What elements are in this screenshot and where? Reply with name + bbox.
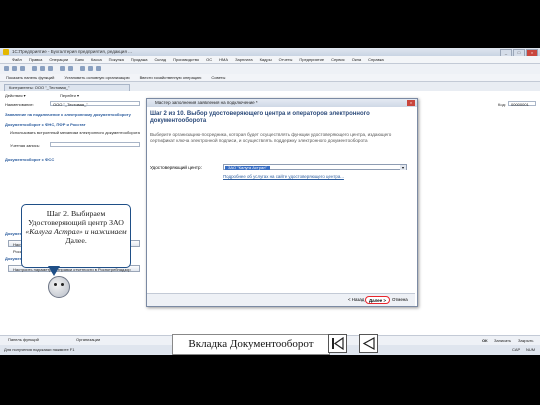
paste-icon[interactable] xyxy=(48,66,53,71)
wizard-step-heading: Шаг 2 из 10. Выбор удостоверяющего центр… xyxy=(150,111,370,124)
name-field[interactable]: ООО "_Тестовая_" xyxy=(50,101,140,107)
callout-line-1: Шаг 2. Выбираем xyxy=(46,209,106,218)
code-label: Код: xyxy=(498,102,506,107)
skip-to-first-button[interactable] xyxy=(328,334,347,353)
copy-icon[interactable] xyxy=(40,66,45,71)
menu-fixed-assets[interactable]: ОС xyxy=(206,57,212,62)
account-field[interactable] xyxy=(50,142,140,147)
use-builtin-checkbox[interactable]: Использовать встроенный механизм электро… xyxy=(10,130,140,135)
ca-details-link[interactable]: Подробнее об услугах на сайте удостоверя… xyxy=(223,174,344,179)
wizard-title-bar: Мастер заполнения заявления на подключен… xyxy=(147,99,417,107)
account-label: Учетная запись: xyxy=(10,143,40,148)
calendar-icon[interactable] xyxy=(96,66,101,71)
menu-windows[interactable]: Окна xyxy=(352,57,361,62)
wizard-description: Выберите организацию-посредника, которая… xyxy=(150,132,392,143)
menu-service[interactable]: Сервис xyxy=(331,57,345,62)
menu-bank[interactable]: Банк xyxy=(75,57,84,62)
app-logo-icon xyxy=(3,49,9,55)
menu-edit[interactable]: Правка xyxy=(29,57,43,62)
set-main-org-button[interactable]: Установить основную организацию xyxy=(64,75,129,80)
callout-line-3: «Калуга Астрал» и нажимаем xyxy=(25,227,127,236)
menu-hr[interactable]: Кадры xyxy=(260,57,272,62)
menu-file[interactable]: Файл xyxy=(12,57,22,62)
undo-icon[interactable] xyxy=(60,66,65,71)
tips-button[interactable]: Советы xyxy=(211,75,225,80)
wizard-title: Мастер заполнения заявления на подключен… xyxy=(155,100,258,105)
wizard-footer: < Назад Далее > Отмена xyxy=(147,293,415,306)
save-button[interactable]: Записать xyxy=(494,338,511,343)
section-fns: Документооборот с ФНС, ПФР и Росстат xyxy=(5,122,86,127)
ok-button[interactable]: ОК xyxy=(482,338,488,343)
search-icon[interactable] xyxy=(80,66,85,71)
back-triangle-icon xyxy=(362,336,375,351)
name-label: Наименование: xyxy=(5,102,34,107)
show-function-panel-button[interactable]: Показать панель функций xyxy=(6,75,54,80)
close-button[interactable]: Закрыть xyxy=(518,338,533,343)
window-title: 1С:Предприятие - Бухгалтерия предприятия… xyxy=(12,49,132,54)
ca-select[interactable]: ЗАО "Калуга Астрал" ▾ xyxy=(223,164,407,170)
open-icon[interactable] xyxy=(12,66,17,71)
status-hint: Для получения подсказки нажмите F1 xyxy=(4,347,75,352)
back-nav-button[interactable] xyxy=(359,334,378,353)
menu-intangible[interactable]: НМА xyxy=(219,57,228,62)
instruction-callout: Шаг 2. Выбираем Удостоверяющий центр ЗАО… xyxy=(21,204,131,268)
callout-tail xyxy=(48,266,60,276)
callout-line-2: Удостоверяющий центр ЗАО xyxy=(28,218,124,227)
actions-menu[interactable]: Действия ▾ xyxy=(5,93,26,98)
mascot-icon xyxy=(48,276,70,298)
caps-indicator: CAP xyxy=(512,347,521,352)
menu-reports[interactable]: Отчеты xyxy=(279,57,293,62)
menu-help[interactable]: Справка xyxy=(368,57,384,62)
cut-icon[interactable] xyxy=(32,66,37,71)
cancel-button[interactable]: Отмена xyxy=(389,296,411,304)
go-menu[interactable]: Перейти ▾ xyxy=(60,93,79,98)
wizard-dialog: Мастер заполнения заявления на подключен… xyxy=(146,98,418,307)
menu-enterprise[interactable]: Предприятие xyxy=(299,57,324,62)
new-icon[interactable] xyxy=(4,66,9,71)
ca-selected-value: ЗАО "Калуга Астрал" xyxy=(225,165,270,170)
menu-cash[interactable]: Касса xyxy=(91,57,102,62)
menu-salary[interactable]: Зарплата xyxy=(235,57,253,62)
next-button[interactable]: Далее > xyxy=(365,296,390,304)
menu-bar: Файл Правка Операции Банк Касса Покупка … xyxy=(0,56,540,64)
menu-purchase[interactable]: Покупка xyxy=(109,57,124,62)
wizard-close-icon[interactable]: × xyxy=(407,100,415,106)
menu-operations[interactable]: Операции xyxy=(49,57,68,62)
menu-production[interactable]: Производство xyxy=(173,57,199,62)
function-bar: Показать панель функций Установить основ… xyxy=(0,74,540,82)
slide-caption: Вкладка Документооборот xyxy=(172,334,330,355)
save-icon[interactable] xyxy=(20,66,25,71)
chevron-down-icon[interactable]: ▾ xyxy=(400,165,406,170)
taskbar-tab-functions[interactable]: Панель функций xyxy=(8,335,39,345)
section-fss: Документооборот с ФСС xyxy=(5,157,55,162)
enter-operation-button[interactable]: Ввести хозяйственную операцию xyxy=(140,75,202,80)
callout-line-4: Далее. xyxy=(65,236,87,245)
calc-icon[interactable] xyxy=(88,66,93,71)
menu-sales[interactable]: Продажа xyxy=(131,57,148,62)
redo-icon[interactable] xyxy=(68,66,73,71)
code-field[interactable]: 00000001 xyxy=(508,101,536,107)
ca-label: Удостоверяющий центр: xyxy=(150,165,202,170)
menu-warehouse[interactable]: Склад xyxy=(155,57,167,62)
title-bar: 1С:Предприятие - Бухгалтерия предприятия… xyxy=(0,48,540,57)
num-indicator: NUM xyxy=(526,347,536,352)
taskbar-tab-orgs[interactable]: Организации xyxy=(76,335,100,345)
skip-to-first-icon xyxy=(332,336,344,351)
section-application[interactable]: Заявление на подключение к электронному … xyxy=(5,112,131,117)
